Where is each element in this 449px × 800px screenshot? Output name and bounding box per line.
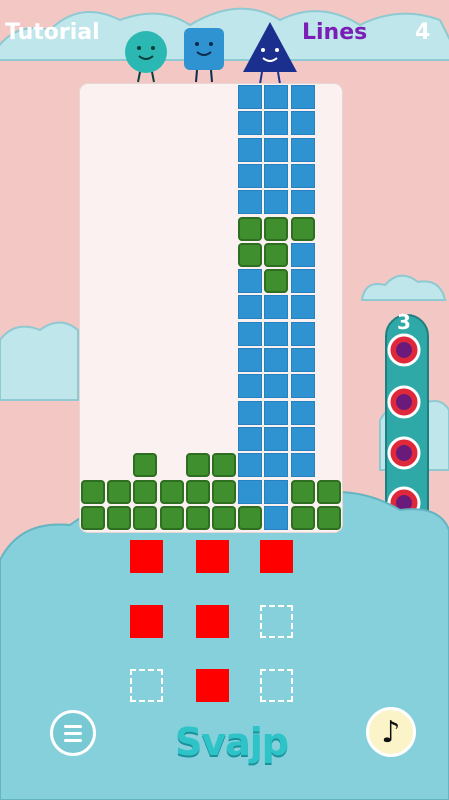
green-block	[185, 505, 210, 530]
green-block	[133, 505, 158, 530]
green-block	[238, 505, 263, 530]
sound-toggle-button[interactable]: ♪	[366, 707, 416, 757]
blue-cell	[264, 505, 289, 530]
blue-cell	[264, 321, 289, 346]
blue-cell	[238, 374, 263, 399]
blue-cell	[238, 269, 263, 294]
green-block	[212, 479, 236, 504]
green-block	[133, 479, 158, 504]
blue-cell	[238, 85, 263, 109]
blue-cell	[264, 479, 289, 504]
green-block	[185, 479, 210, 504]
svajp-logo: Svajp	[175, 720, 289, 764]
blue-cell	[290, 426, 315, 451]
blue-cell	[290, 295, 315, 320]
pad-empty[interactable]	[260, 669, 293, 702]
green-block	[212, 453, 236, 478]
pad-filled[interactable]	[196, 605, 229, 638]
pad-filled[interactable]	[260, 540, 293, 573]
blue-cell	[238, 321, 263, 346]
blue-cell	[290, 163, 315, 188]
green-block	[81, 479, 105, 504]
blue-cell	[264, 348, 289, 372]
green-block	[290, 216, 315, 241]
blue-cell	[264, 190, 289, 215]
blue-cell	[290, 137, 315, 162]
pad-filled[interactable]	[196, 669, 229, 702]
green-block	[238, 242, 263, 267]
blue-cell	[238, 426, 263, 451]
green-block	[185, 453, 210, 478]
pad-empty[interactable]	[130, 669, 163, 702]
blue-cell	[238, 295, 263, 320]
blue-cell	[290, 242, 315, 267]
blue-cell	[238, 479, 263, 504]
blue-cell	[264, 85, 289, 109]
blue-cell	[238, 111, 263, 136]
blue-cell	[264, 426, 289, 451]
green-block	[159, 505, 184, 530]
blue-cell	[290, 374, 315, 399]
green-block	[264, 216, 289, 241]
blue-cell	[238, 190, 263, 215]
pad-empty[interactable]	[260, 605, 293, 638]
green-block	[316, 505, 341, 530]
green-block	[107, 505, 132, 530]
blue-cell	[290, 348, 315, 372]
green-block	[81, 505, 105, 530]
green-block	[316, 479, 341, 504]
pad-filled[interactable]	[130, 540, 163, 573]
blue-cell	[290, 400, 315, 425]
blue-cell	[290, 269, 315, 294]
blue-cell	[264, 163, 289, 188]
blue-cell	[264, 374, 289, 399]
blue-cell	[290, 321, 315, 346]
blue-cell	[264, 137, 289, 162]
blue-cell	[238, 400, 263, 425]
blue-cell	[264, 400, 289, 425]
blue-cell	[238, 163, 263, 188]
green-block	[290, 505, 315, 530]
green-block	[238, 216, 263, 241]
blue-cell	[264, 295, 289, 320]
blue-cell	[290, 453, 315, 478]
green-block	[159, 479, 184, 504]
green-block	[107, 479, 132, 504]
blue-cell	[290, 111, 315, 136]
green-block	[264, 242, 289, 267]
blue-cell	[238, 137, 263, 162]
blue-cell	[264, 111, 289, 136]
menu-button[interactable]	[50, 710, 96, 756]
green-block	[133, 453, 158, 478]
blue-cell	[264, 453, 289, 478]
music-muted-icon: ♪	[381, 714, 401, 750]
blue-cell	[238, 348, 263, 372]
green-block	[212, 505, 236, 530]
blue-cell	[238, 453, 263, 478]
green-block	[290, 479, 315, 504]
blue-cell	[290, 190, 315, 215]
blue-cell	[290, 85, 315, 109]
tower-count: 3	[397, 310, 411, 334]
green-block	[264, 269, 289, 294]
pad-filled[interactable]	[130, 605, 163, 638]
pad-filled[interactable]	[196, 540, 229, 573]
